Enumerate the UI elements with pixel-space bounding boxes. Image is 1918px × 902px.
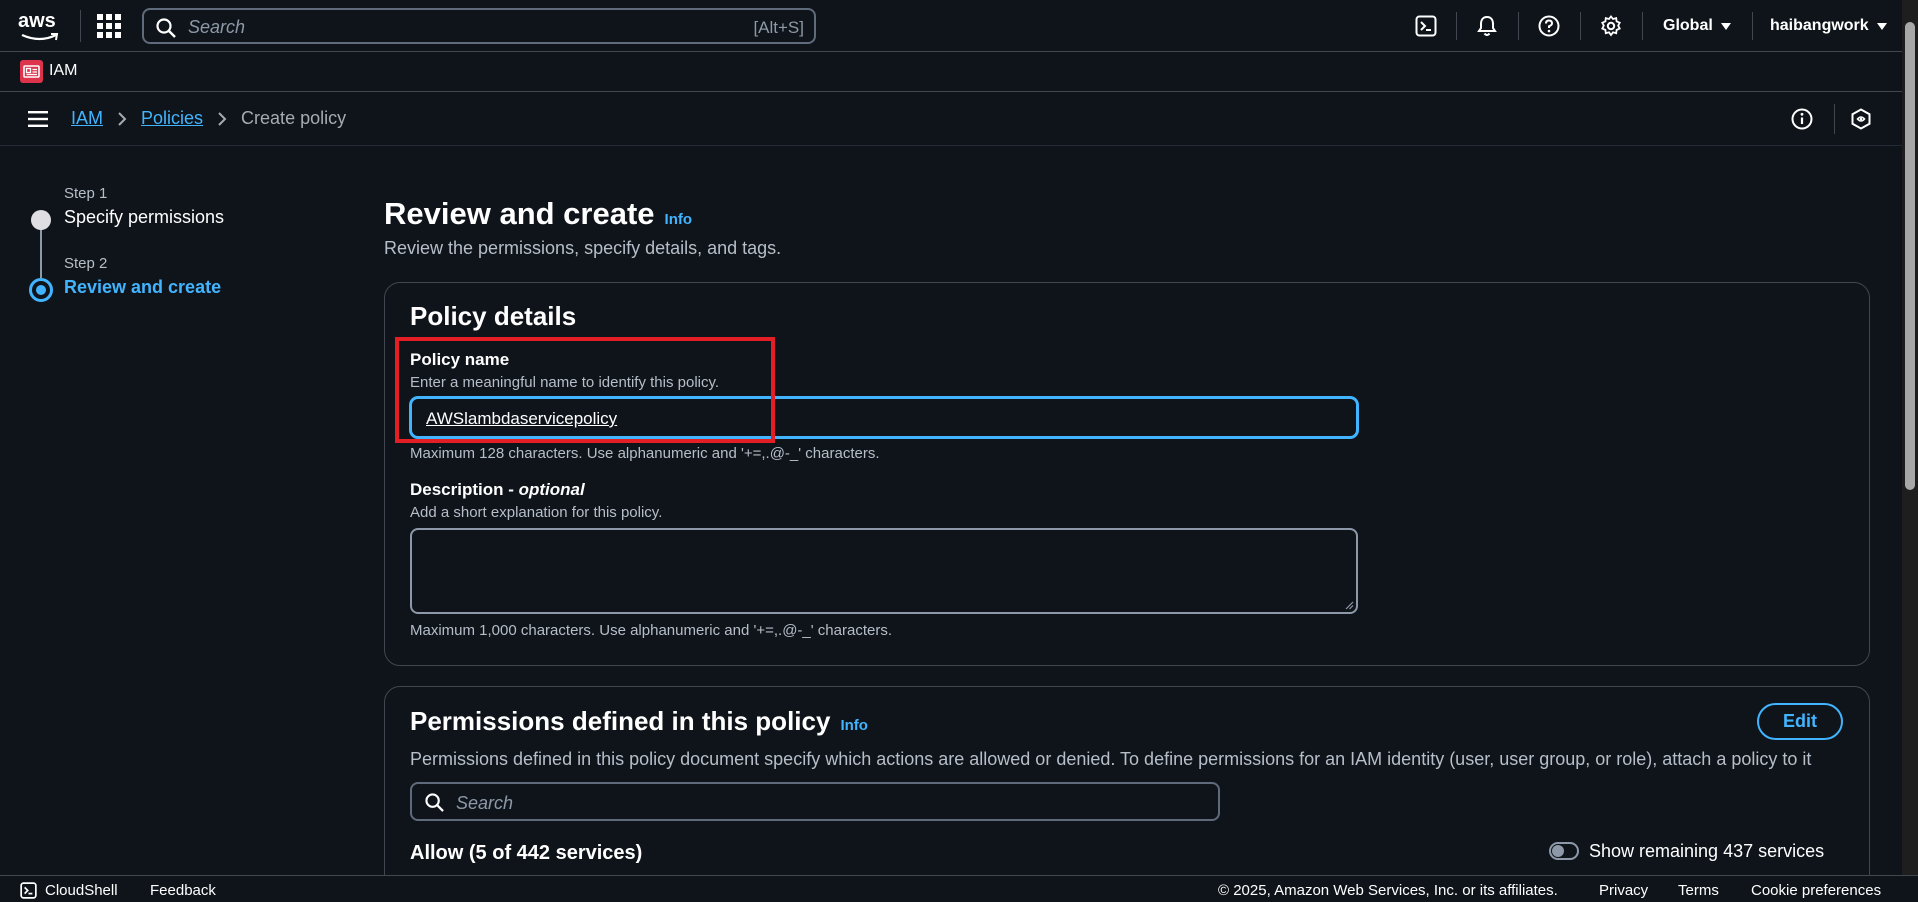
gear-icon[interactable] [1596, 11, 1626, 41]
account-menu[interactable]: haibangwork [1770, 17, 1887, 35]
divider [1752, 12, 1753, 40]
service-name[interactable]: IAM [49, 62, 77, 80]
resize-handle-icon[interactable] [1344, 600, 1354, 610]
permissions-header: Permissions defined in this policy Info [410, 706, 868, 737]
breadcrumb-bar: IAM Policies Create policy [0, 92, 1918, 146]
aws-smile-icon [21, 33, 59, 41]
step-active-indicator [29, 278, 53, 302]
policy-details-heading: Policy details [410, 301, 577, 331]
aws-logo-text: aws [18, 10, 56, 32]
cookie-preferences-link[interactable]: Cookie preferences [1751, 882, 1881, 899]
step-1-label[interactable]: Specify permissions [64, 207, 224, 228]
hamburger-menu-icon[interactable] [28, 111, 48, 127]
step-complete-indicator [31, 210, 51, 230]
step-2-label: Review and create [64, 277, 222, 297]
divider [1456, 12, 1457, 40]
chevron-right-icon [218, 111, 227, 126]
bell-icon[interactable] [1472, 11, 1502, 41]
permissions-search-placeholder: Search [456, 793, 514, 813]
region-selector[interactable]: Global [1663, 17, 1731, 35]
security-panel-icon[interactable] [1850, 108, 1872, 130]
cloudshell-label: CloudShell [45, 882, 118, 899]
divider [80, 10, 81, 42]
top-navigation: aws Search [Alt+S] Global haibangwork [0, 0, 1918, 52]
footer: CloudShell Feedback © 2025, Amazon Web S… [0, 875, 1918, 902]
help-icon[interactable] [1534, 11, 1564, 41]
show-remaining-toggle[interactable] [1549, 842, 1579, 860]
breadcrumb-current: Create policy [241, 108, 347, 128]
step-2-number: Step 2 [64, 255, 108, 272]
step-connector [40, 224, 42, 278]
service-bar: IAM [0, 52, 1918, 92]
description-textarea[interactable] [410, 528, 1358, 614]
account-name: haibangwork [1770, 17, 1869, 34]
permissions-search-input[interactable]: Search [410, 782, 1220, 821]
description-hint: Add a short explanation for this policy. [410, 504, 663, 521]
edit-button-label: Edit [1783, 711, 1817, 731]
description-label: Description - optional [410, 480, 585, 500]
page-subtitle: Review the permissions, specify details,… [384, 238, 782, 258]
global-search-input[interactable]: Search [Alt+S] [142, 8, 816, 44]
caret-down-icon [1720, 22, 1731, 30]
permissions-heading: Permissions defined in this policy [410, 706, 831, 736]
permissions-description: Permissions defined in this policy docum… [410, 749, 1812, 769]
allow-services-label: Allow (5 of 442 services) [410, 842, 643, 864]
chevron-right-icon [118, 111, 127, 126]
region-label: Global [1663, 17, 1713, 34]
step-1-number: Step 1 [64, 185, 108, 202]
toggle-knob [1552, 845, 1564, 857]
search-icon [425, 793, 444, 812]
search-icon [156, 18, 176, 38]
iam-service-icon[interactable] [20, 60, 43, 83]
policy-name-constraint: Maximum 128 characters. Use alphanumeric… [410, 445, 880, 462]
caret-down-icon [1876, 22, 1887, 30]
divider [1518, 12, 1519, 40]
edit-button[interactable]: Edit [1757, 703, 1843, 740]
search-shortcut: [Alt+S] [753, 18, 804, 37]
scrollbar-thumb[interactable] [1905, 22, 1915, 490]
copyright-text: © 2025, Amazon Web Services, Inc. or its… [1218, 882, 1558, 899]
page-title: Review and create [384, 196, 655, 231]
terms-link[interactable]: Terms [1678, 882, 1719, 899]
breadcrumb-iam[interactable]: IAM [71, 108, 103, 129]
aws-logo[interactable]: aws [18, 10, 62, 42]
divider [1642, 12, 1643, 40]
search-placeholder: Search [188, 17, 246, 37]
page-info-link[interactable]: Info [665, 211, 693, 228]
show-remaining-label: Show remaining 437 services [1589, 841, 1825, 861]
privacy-link[interactable]: Privacy [1599, 882, 1648, 899]
cloudshell-icon [20, 882, 37, 899]
breadcrumb: IAM Policies Create policy [71, 108, 346, 129]
breadcrumb-policies[interactable]: Policies [141, 108, 203, 129]
description-optional: optional [518, 480, 585, 499]
services-menu-icon[interactable] [96, 13, 122, 39]
feedback-link[interactable]: Feedback [150, 882, 216, 899]
info-panel-icon[interactable] [1791, 108, 1813, 130]
annotation-highlight-box [395, 337, 775, 443]
page-header: Review and create Info [384, 196, 692, 232]
permissions-info-link[interactable]: Info [840, 717, 868, 734]
description-label-text: Description - [410, 480, 519, 499]
divider [1834, 104, 1835, 134]
cloudshell-footer-link[interactable]: CloudShell [20, 882, 118, 899]
cloudshell-icon[interactable] [1411, 11, 1441, 41]
description-constraint: Maximum 1,000 characters. Use alphanumer… [410, 622, 892, 639]
divider [1580, 12, 1581, 40]
